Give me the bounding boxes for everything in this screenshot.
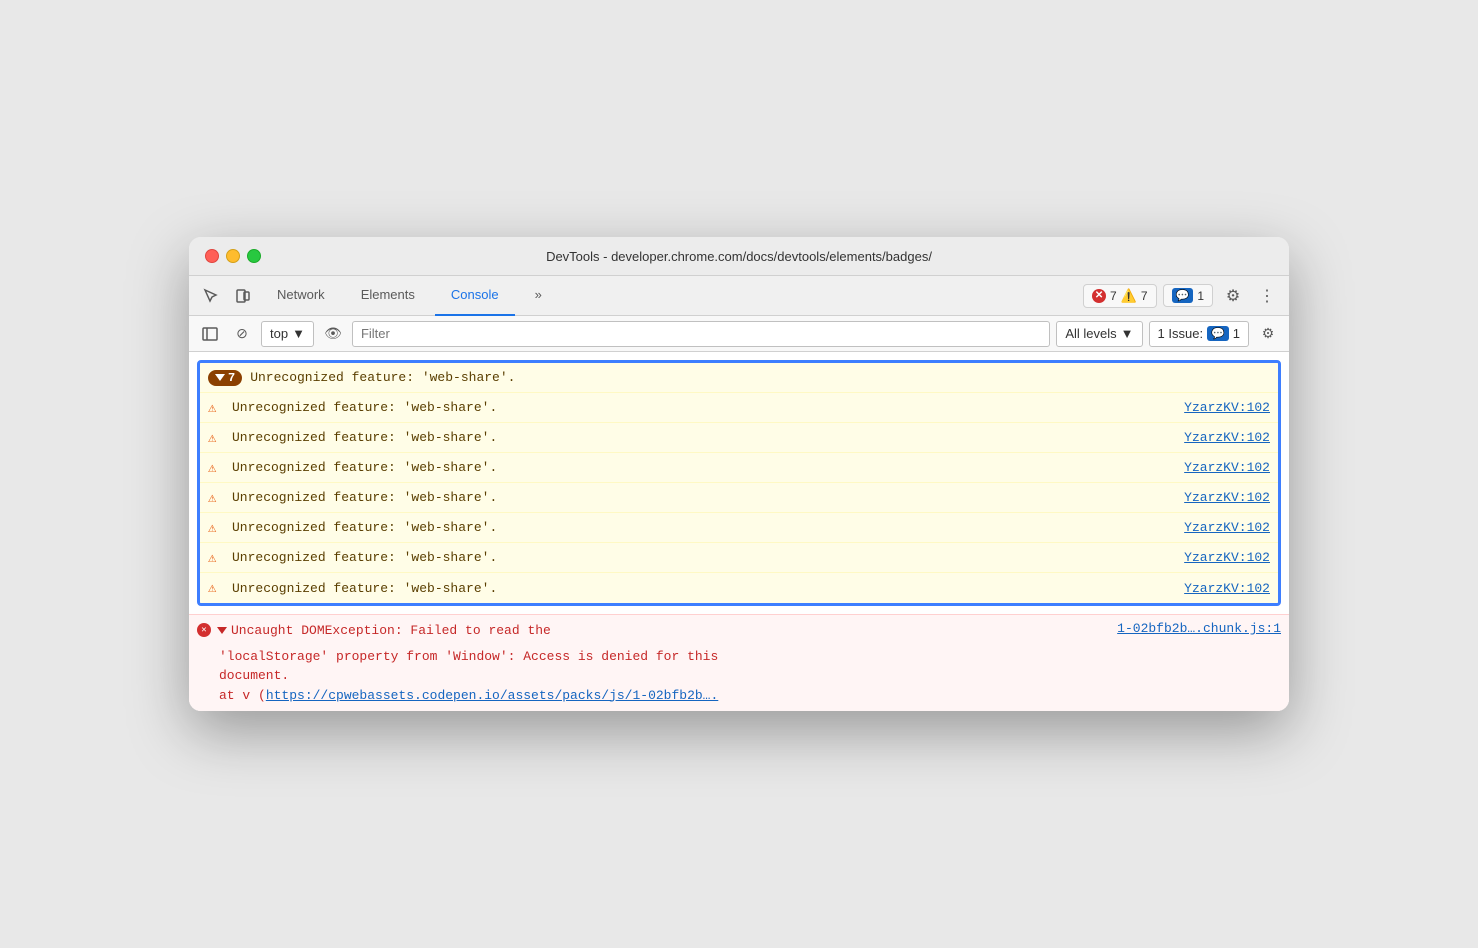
warn-count: 7 [1141, 289, 1148, 303]
table-row: Unrecognized feature: 'web-share'. Yzarz… [200, 483, 1278, 513]
chevron-down-icon: ▼ [292, 326, 305, 341]
issues-label: 1 Issue: [1158, 326, 1204, 341]
codepen-link[interactable]: https://cpwebassets.codepen.io/assets/pa… [266, 688, 718, 703]
issues-count: 1 [1233, 326, 1240, 341]
issues-button[interactable]: 1 Issue: 💬 1 [1149, 321, 1249, 347]
context-selector[interactable]: top ▼ [261, 321, 314, 347]
error-icon: ✕ [197, 623, 211, 637]
window-title: DevTools - developer.chrome.com/docs/dev… [546, 249, 932, 264]
warning-group: 7 Unrecognized feature: 'web-share'. Unr… [197, 360, 1281, 606]
source-link[interactable]: YzarzKV:102 [1184, 460, 1270, 475]
warning-group-header[interactable]: 7 Unrecognized feature: 'web-share'. [200, 363, 1278, 393]
chat-icon: 💬 [1172, 288, 1194, 303]
warning-icon [208, 490, 224, 506]
settings-icon[interactable]: ⚙ [1219, 282, 1247, 310]
warning-icon [208, 550, 224, 566]
console-toolbar: ⊘ top ▼ 👁 All levels ▼ 1 Issue: 💬 1 ⚙ [189, 316, 1289, 352]
collapse-icon [215, 374, 225, 381]
eye-icon[interactable]: 👁 [320, 321, 346, 347]
error-line2: 'localStorage' property from 'Window': A… [219, 649, 718, 664]
warning-icon [208, 430, 224, 446]
context-label: top [270, 326, 288, 341]
title-bar: DevTools - developer.chrome.com/docs/dev… [189, 237, 1289, 276]
console-settings-icon[interactable]: ⚙ [1255, 321, 1281, 347]
source-link[interactable]: YzarzKV:102 [1184, 430, 1270, 445]
expand-icon [217, 627, 227, 634]
devtools-toolbar: Network Elements Console » ✕ 7 ⚠️ 7 💬 1 … [189, 276, 1289, 316]
warning-icon [208, 400, 224, 416]
error-badge[interactable]: ✕ 7 ⚠️ 7 [1083, 284, 1157, 308]
error-circle: ✕ [197, 623, 211, 637]
more-options-icon[interactable]: ⋮ [1253, 282, 1281, 310]
warning-icon [208, 460, 224, 476]
devtools-window: DevTools - developer.chrome.com/docs/dev… [189, 237, 1289, 711]
tab-more[interactable]: » [519, 276, 558, 316]
error-count: 7 [1110, 289, 1117, 303]
source-link[interactable]: YzarzKV:102 [1184, 490, 1270, 505]
error-source[interactable]: 1-02bfb2b….chunk.js:1 [1117, 621, 1281, 636]
warning-group-message: Unrecognized feature: 'web-share'. [250, 370, 1270, 385]
table-row: Unrecognized feature: 'web-share'. Yzarz… [200, 513, 1278, 543]
error-text: Uncaught DOMException: Failed to read th… [217, 621, 1111, 641]
traffic-lights [205, 249, 261, 263]
warning-message: Unrecognized feature: 'web-share'. [232, 430, 1176, 445]
error-link[interactable]: 1-02bfb2b….chunk.js:1 [1117, 621, 1281, 636]
issues-chat-icon: 💬 [1207, 326, 1229, 341]
source-link[interactable]: YzarzKV:102 [1184, 400, 1270, 415]
table-row: Unrecognized feature: 'web-share'. Yzarz… [200, 543, 1278, 573]
device-mode-icon[interactable] [229, 282, 257, 310]
table-row: Unrecognized feature: 'web-share'. Yzarz… [200, 453, 1278, 483]
warning-icon [208, 580, 224, 596]
source-link[interactable]: YzarzKV:102 [1184, 581, 1270, 596]
tab-network[interactable]: Network [261, 276, 341, 316]
chevron-down-icon: ▼ [1121, 326, 1134, 341]
error-line3: document. [219, 668, 289, 683]
warning-message: Unrecognized feature: 'web-share'. [232, 400, 1176, 415]
info-badge[interactable]: 💬 1 [1163, 284, 1213, 307]
badge-group: ✕ 7 ⚠️ 7 💬 1 ⚙ ⋮ [1083, 282, 1281, 310]
warning-message: Unrecognized feature: 'web-share'. [232, 490, 1176, 505]
inspect-icon[interactable] [197, 282, 225, 310]
info-count: 1 [1197, 289, 1204, 303]
sidebar-toggle-icon[interactable] [197, 321, 223, 347]
warning-count: 7 [228, 371, 235, 385]
error-line4: at v (https://cpwebassets.codepen.io/ass… [219, 688, 718, 703]
error-section: ✕ Uncaught DOMException: Failed to read … [189, 614, 1289, 711]
levels-label: All levels [1065, 326, 1116, 341]
table-row: Unrecognized feature: 'web-share'. Yzarz… [200, 423, 1278, 453]
warning-count-badge: 7 [208, 370, 242, 386]
error-icon: ✕ [1092, 289, 1106, 303]
close-button[interactable] [205, 249, 219, 263]
filter-input[interactable] [352, 321, 1050, 347]
warning-message: Unrecognized feature: 'web-share'. [232, 581, 1176, 596]
warning-message: Unrecognized feature: 'web-share'. [232, 520, 1176, 535]
source-link[interactable]: YzarzKV:102 [1184, 520, 1270, 535]
warning-message: Unrecognized feature: 'web-share'. [232, 460, 1176, 475]
warning-icon [208, 520, 224, 536]
source-link[interactable]: YzarzKV:102 [1184, 550, 1270, 565]
tab-console[interactable]: Console [435, 276, 515, 316]
table-row: Unrecognized feature: 'web-share'. Yzarz… [200, 573, 1278, 603]
tab-elements[interactable]: Elements [345, 276, 431, 316]
error-detail: 'localStorage' property from 'Window': A… [189, 647, 1289, 712]
levels-dropdown[interactable]: All levels ▼ [1056, 321, 1142, 347]
warning-message: Unrecognized feature: 'web-share'. [232, 550, 1176, 565]
clear-console-icon[interactable]: ⊘ [229, 321, 255, 347]
minimize-button[interactable] [226, 249, 240, 263]
console-content: 7 Unrecognized feature: 'web-share'. Unr… [189, 352, 1289, 711]
error-row: ✕ Uncaught DOMException: Failed to read … [189, 615, 1289, 647]
table-row: Unrecognized feature: 'web-share'. Yzarz… [200, 393, 1278, 423]
maximize-button[interactable] [247, 249, 261, 263]
